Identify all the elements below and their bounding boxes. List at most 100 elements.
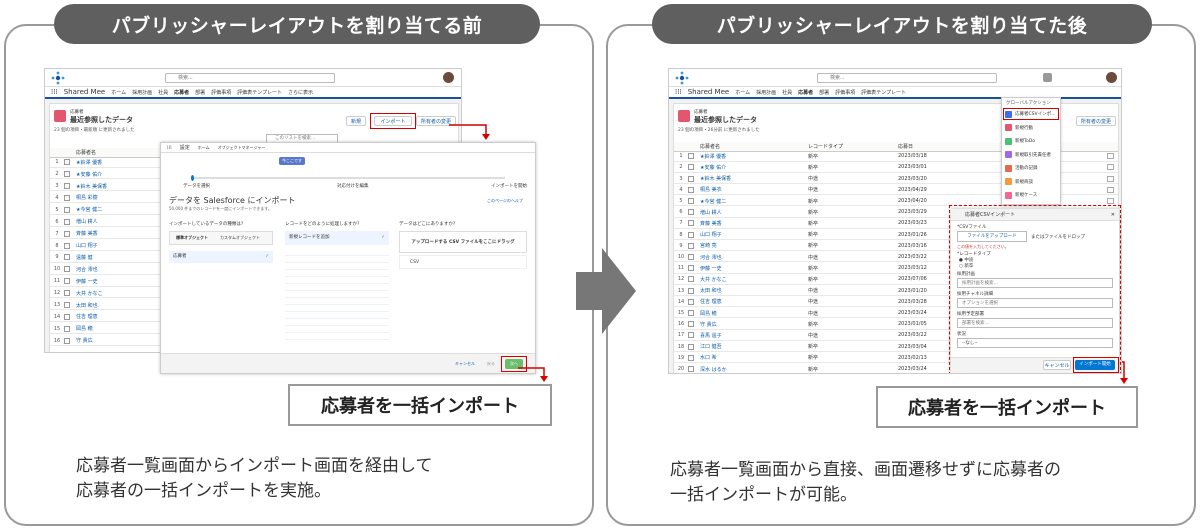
row-name-link[interactable]: ★鈴木 美保香 [76, 183, 166, 190]
nav-plan[interactable]: 採用計画 [132, 89, 152, 96]
row-name-link[interactable]: 伊藤 一史 [76, 278, 166, 285]
row-name-link[interactable]: 増山 耕人 [700, 209, 808, 216]
col-record-type[interactable]: レコードタイプ [808, 143, 898, 150]
row-checkbox[interactable] [688, 175, 694, 182]
row-name-link[interactable]: ★鈴澤 優香 [76, 159, 166, 166]
row-checkbox[interactable] [64, 302, 70, 309]
nav-eval[interactable]: 評価事項 [211, 89, 231, 96]
tab-custom-objects[interactable]: カスタムオブジェクト [220, 235, 260, 241]
row-checkbox[interactable] [688, 265, 694, 272]
change-owner-button-right[interactable]: 所有者の変更 [1076, 116, 1116, 126]
row-name-link[interactable]: ★安藤 佑介 [700, 164, 808, 171]
menu-item[interactable]: 新規ToDo [1005, 135, 1058, 147]
row-checkbox[interactable] [688, 332, 694, 339]
row-name-link[interactable]: 大井 かなこ [76, 290, 166, 297]
nav-applicants-right[interactable]: 応募者 [798, 89, 813, 96]
row-name-link[interactable]: ★鈴木 美保香 [700, 175, 808, 182]
setup-tab-home[interactable]: ホーム [198, 145, 210, 151]
row-checkbox[interactable] [64, 230, 70, 237]
row-name-link[interactable]: 桐島 美衣 [700, 186, 808, 193]
nav-home[interactable]: ホーム [111, 89, 126, 96]
row-name-link[interactable]: 河合 澪也 [76, 266, 166, 273]
row-name-link[interactable]: ★安藤 佑介 [76, 171, 166, 178]
row-checkbox[interactable] [64, 290, 70, 297]
row-name-link[interactable]: 大井 かなこ [700, 276, 808, 283]
col-name[interactable]: 応募者名 [76, 149, 96, 156]
csv-option[interactable]: CSV [399, 255, 527, 269]
row-action-menu-icon[interactable] [1107, 164, 1114, 171]
row-checkbox[interactable] [688, 220, 694, 227]
row-checkbox[interactable] [688, 298, 694, 305]
row-checkbox[interactable] [688, 276, 694, 283]
tab-standard-objects[interactable]: 標準オブジェクト [176, 235, 208, 241]
row-name-link[interactable]: 桐島 彩樹 [76, 194, 166, 201]
nav-template[interactable]: 評価表テンプレート [237, 89, 282, 96]
app-launcher-icon-right[interactable]: ⁞⁞⁞ [675, 88, 682, 96]
row-checkbox[interactable] [688, 321, 694, 328]
row-checkbox[interactable] [688, 153, 694, 160]
nav-more[interactable]: さらに表示 [288, 89, 313, 96]
col-name-right[interactable]: 応募者名 [700, 143, 808, 150]
row-checkbox[interactable] [64, 171, 70, 178]
row-name-link[interactable]: 喜馬 遥子 [700, 332, 808, 339]
help-link[interactable]: このページのヘルプ [487, 198, 523, 204]
row-name-link[interactable]: 山口 翔子 [76, 242, 166, 249]
row-checkbox[interactable] [688, 354, 694, 361]
list-view-name[interactable]: 最近参照したデータ [70, 115, 133, 125]
nav-staff-right[interactable]: 社員 [782, 89, 792, 96]
new-button[interactable]: 新規 [346, 116, 366, 126]
object-option[interactable]: 応募者 ✓ [169, 251, 273, 263]
menu-item[interactable]: 新規行動 [1005, 122, 1058, 134]
drop-zone[interactable]: アップロードする CSV ファイルをここにドラッグ [399, 231, 527, 253]
row-name-link[interactable]: 住吉 理恵 [700, 298, 808, 305]
row-checkbox[interactable] [64, 183, 70, 190]
row-name-link[interactable]: 水口 希 [700, 354, 808, 361]
row-checkbox[interactable] [688, 310, 694, 317]
app-launcher-icon[interactable]: ⁞⁞⁞ [51, 88, 58, 96]
row-checkbox[interactable] [64, 337, 70, 344]
row-name-link[interactable]: 山口 翔子 [700, 231, 808, 238]
row-action-menu-icon[interactable] [1107, 198, 1114, 205]
setup-tab-object-manager[interactable]: オブジェクトマネージャー [218, 145, 266, 151]
menu-item[interactable]: 新規取引先責任者 [1005, 149, 1058, 161]
global-search-right[interactable]: 検索... [817, 73, 997, 83]
row-name-link[interactable]: 河合 澪也 [700, 254, 808, 261]
row-checkbox[interactable] [688, 209, 694, 216]
row-checkbox[interactable] [64, 242, 70, 249]
nav-eval-right[interactable]: 評価事項 [835, 89, 855, 96]
row-name-link[interactable]: 江口 健吾 [700, 343, 808, 350]
row-checkbox[interactable] [64, 278, 70, 285]
row-name-link[interactable]: 太田 和也 [700, 287, 808, 294]
col-date[interactable]: 応募日 [898, 143, 913, 150]
row-checkbox[interactable] [688, 366, 694, 373]
row-action-menu-icon[interactable] [1107, 186, 1114, 193]
row-checkbox[interactable] [64, 218, 70, 225]
row-name-link[interactable]: 岡島 穂 [76, 325, 166, 332]
row-name-link[interactable]: 太田 和也 [76, 302, 166, 309]
user-avatar-right[interactable] [1106, 72, 1117, 83]
menu-item[interactable]: 新規商談 [1005, 176, 1058, 188]
row-checkbox[interactable] [64, 159, 70, 166]
record-option[interactable]: 新規レコードを追加 ✓ [285, 231, 389, 245]
setup-launcher-icon[interactable]: ⁞⁞⁞ [167, 145, 172, 151]
global-search[interactable]: 検索... [165, 73, 335, 83]
list-view-name-right[interactable]: 最近参照したデータ [694, 115, 757, 125]
menu-item[interactable]: 活動の記録 [1005, 162, 1058, 174]
nav-home-right[interactable]: ホーム [735, 89, 750, 96]
row-action-menu-icon[interactable] [1107, 153, 1114, 160]
row-name-link[interactable]: 住吉 理恵 [76, 313, 166, 320]
nav-template-right[interactable]: 評価表テンプレート [861, 89, 906, 96]
row-name-link[interactable]: 増山 耕人 [76, 218, 166, 225]
row-checkbox[interactable] [688, 231, 694, 238]
row-name-link[interactable]: 守 貴広 [700, 321, 808, 328]
menu-item[interactable]: 新規ケース [1005, 189, 1058, 201]
change-owner-button[interactable]: 所有者の変更 [416, 116, 456, 126]
row-checkbox[interactable] [64, 325, 70, 332]
row-checkbox[interactable] [64, 254, 70, 261]
row-action-menu-icon[interactable] [1107, 175, 1114, 182]
global-actions-button[interactable] [1043, 73, 1052, 82]
row-name-link[interactable]: 遠藤 健 [76, 254, 166, 261]
nav-applicants[interactable]: 応募者 [174, 89, 189, 96]
nav-plan-right[interactable]: 採用計画 [756, 89, 776, 96]
row-name-link[interactable]: 伊藤 一史 [700, 265, 808, 272]
